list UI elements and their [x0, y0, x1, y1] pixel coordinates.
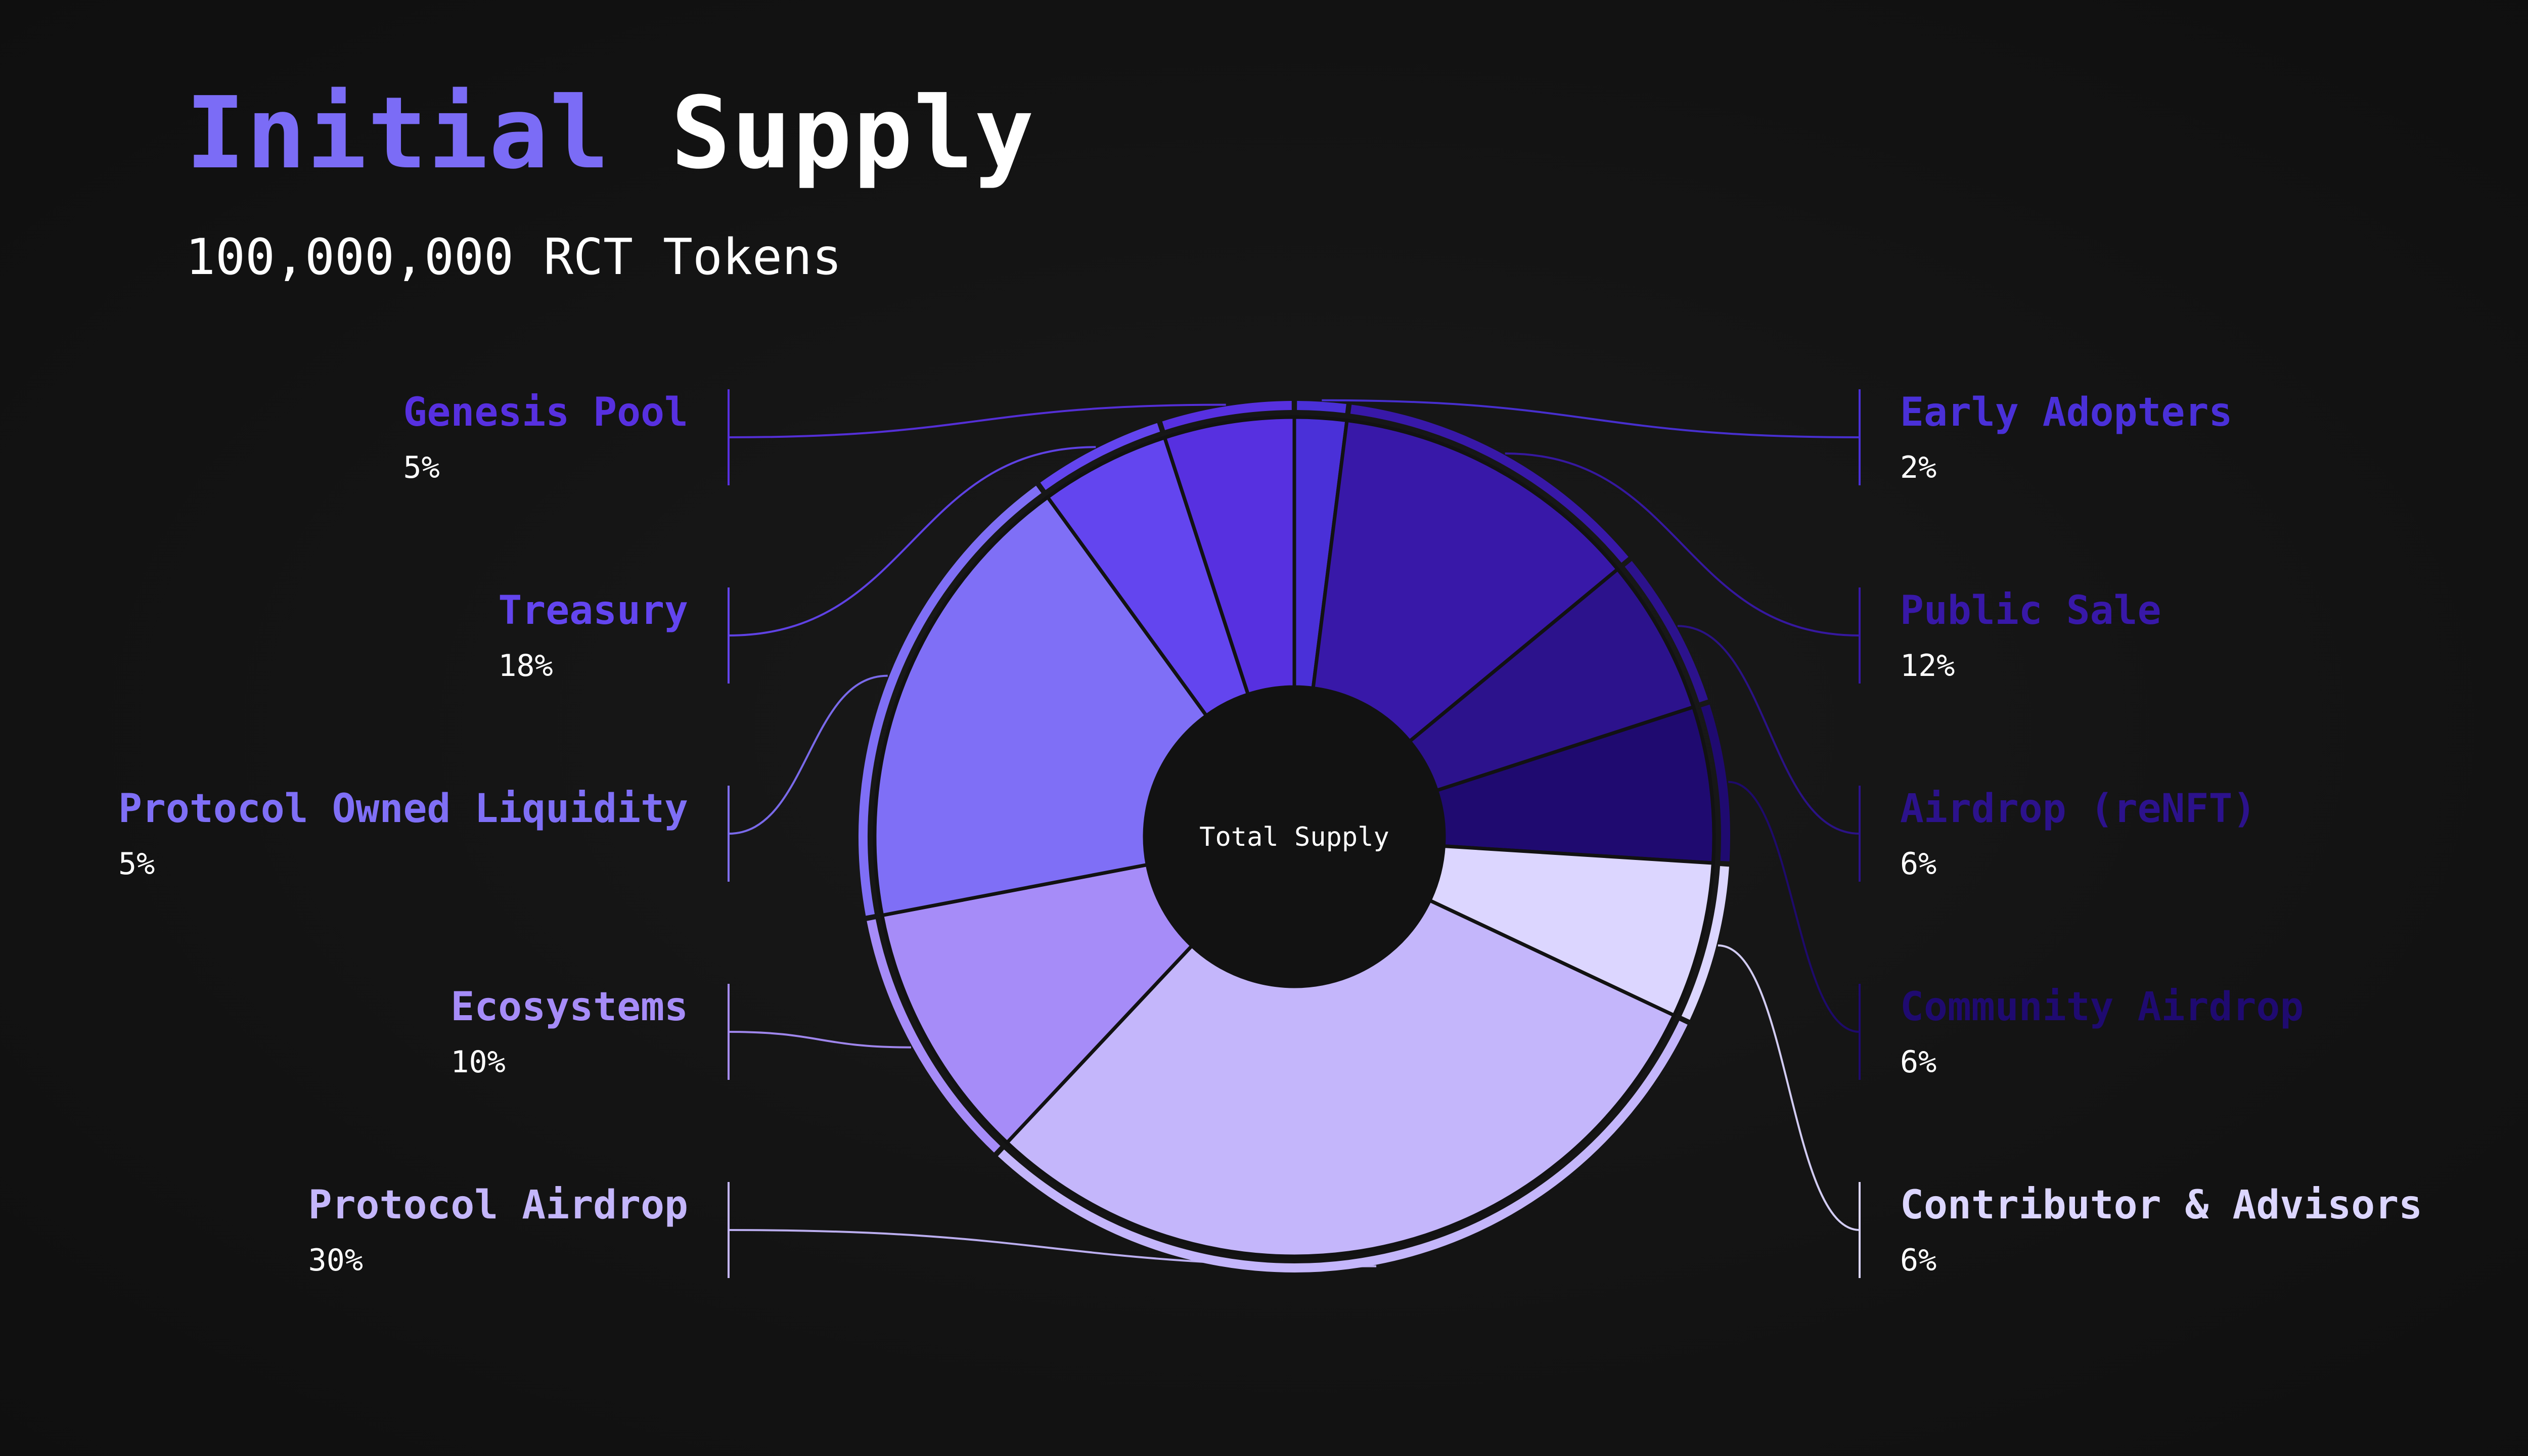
label-name-public-sale: Public Sale	[1900, 588, 2161, 633]
ring-segment-early-adopters	[1297, 401, 1346, 414]
label-value-public-sale: 12%	[1900, 648, 1955, 684]
label-value-airdrop-renft: 6%	[1900, 846, 1936, 882]
label-value-treasury: 18%	[498, 648, 553, 684]
chart-background: Initial Supply 100,000,000 RCT Tokens To…	[0, 0, 2528, 1456]
label-name-early-adopters: Early Adopters	[1900, 390, 2232, 435]
donut-chart: Total Supply Early Adopters 2% Public Sale…	[118, 389, 2422, 1278]
label-name-treasury: Treasury	[498, 588, 688, 633]
label-name-genesis-pool: Genesis Pool	[403, 390, 688, 435]
leader-line-ecosystems	[728, 1031, 911, 1049]
label-value-ecosystems: 10%	[450, 1044, 505, 1080]
label-name-airdrop-renft: Airdrop (reNFT)	[1900, 786, 2256, 832]
label-name-contributor-advisors: Contributor & Advisors	[1900, 1182, 2422, 1228]
label-value-genesis-pool: 5%	[403, 450, 439, 485]
label-name-protocol-airdrop: Protocol Airdrop	[308, 1182, 688, 1228]
label-name-protocol-owned-liquidity: Protocol Owned Liquidity	[118, 786, 688, 832]
label-name-community-airdrop: Community Airdrop	[1900, 984, 2304, 1030]
label-value-community-airdrop: 6%	[1900, 1044, 1936, 1080]
label-value-protocol-owned-liquidity: 5%	[118, 846, 155, 882]
label-value-early-adopters: 2%	[1900, 450, 1936, 485]
leader-line-contributor-advisors	[1718, 944, 1860, 1231]
label-value-contributor-advisors: 6%	[1900, 1243, 1936, 1278]
leader-line-community-airdrop	[1728, 781, 1860, 1033]
label-value-protocol-airdrop: 30%	[308, 1243, 363, 1278]
center-label: Total Supply	[1199, 822, 1389, 852]
label-name-ecosystems: Ecosystems	[450, 984, 688, 1030]
